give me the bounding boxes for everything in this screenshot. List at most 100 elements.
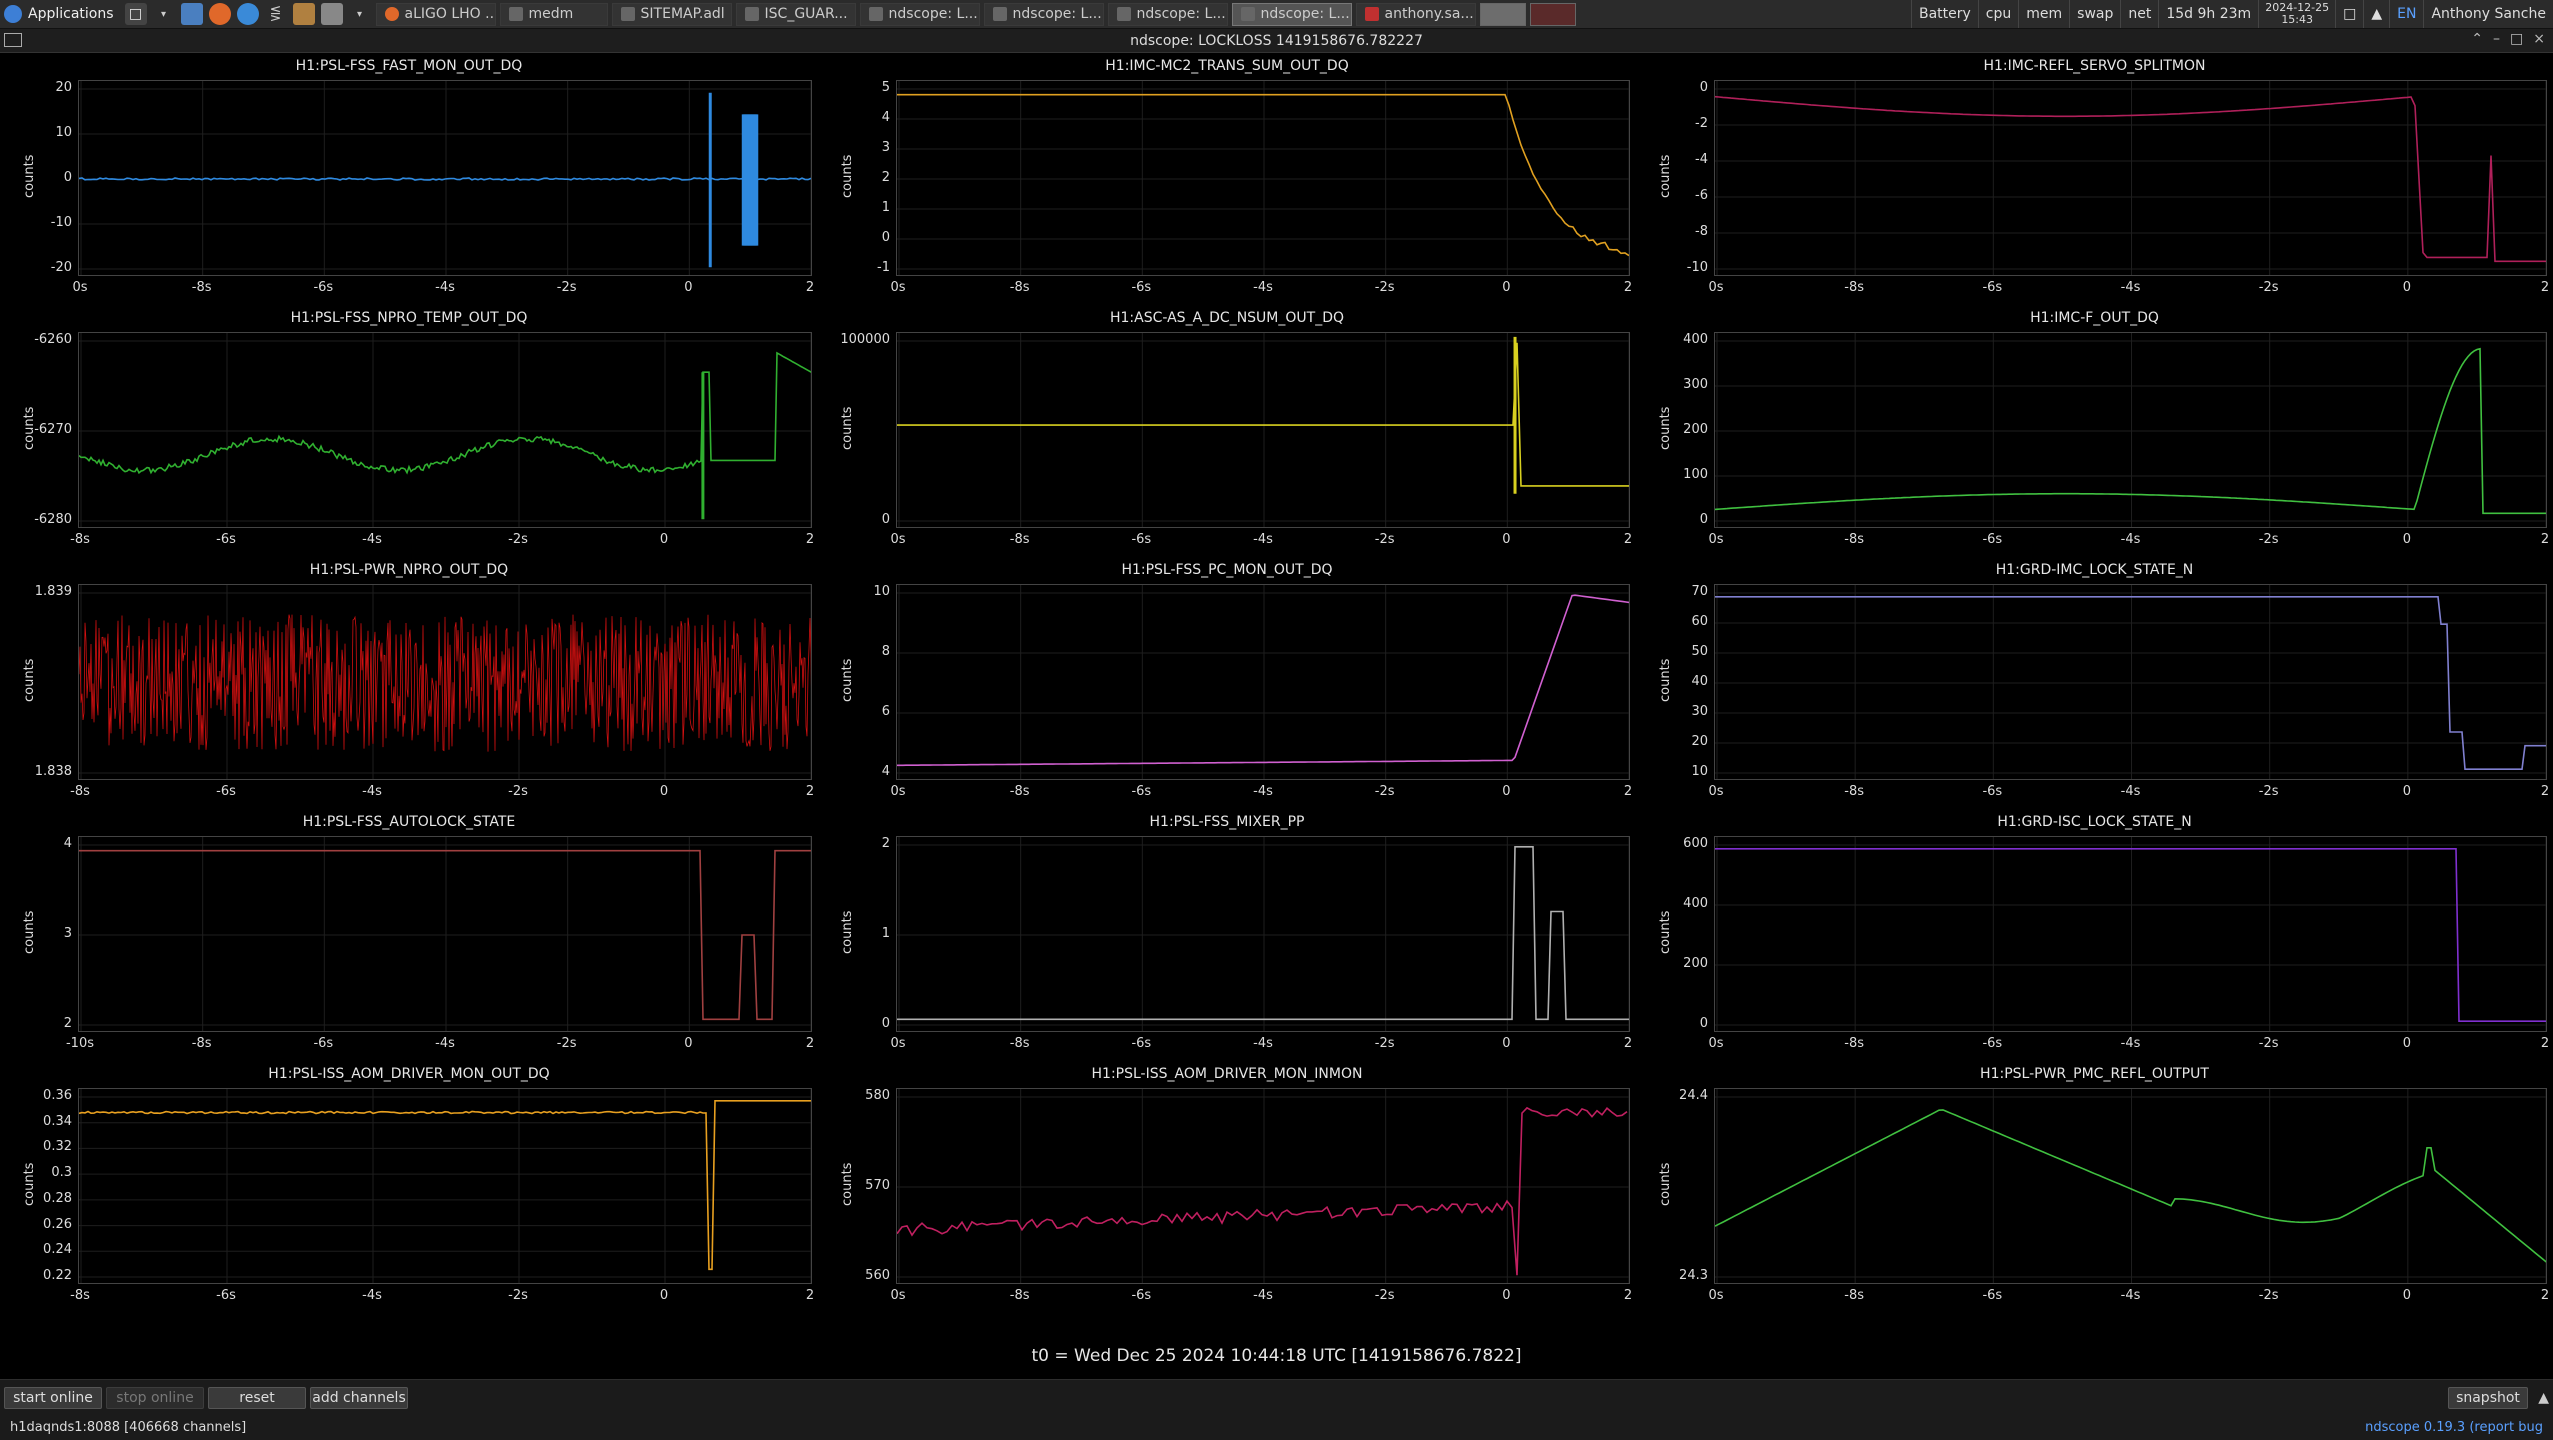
people-launcher-icon[interactable] <box>293 3 315 25</box>
task-button-anthony[interactable]: anthony.sa... <box>1356 3 1476 26</box>
x-tick-label: -8s <box>70 1288 90 1303</box>
plot-area[interactable] <box>1714 332 2547 528</box>
folder-launcher-icon[interactable] <box>181 3 203 25</box>
y-tick-label: 0.3 <box>18 1165 72 1180</box>
plot-panel-10[interactable]: H1:PSL-FSS_MIXER_PP counts 2 1 0 0s -8s -6s -4s -… <box>818 810 1636 1062</box>
applications-logo-icon <box>4 5 22 23</box>
lock-icon[interactable]: □ <box>2335 0 2363 28</box>
plot-panel-13[interactable]: H1:PSL-ISS_AOM_DRIVER_MON_INMON counts 580… <box>818 1062 1636 1314</box>
keyboard-layout[interactable]: EN <box>2389 0 2423 28</box>
plot-area[interactable] <box>78 80 812 276</box>
x-tick-label: 2 <box>806 532 814 547</box>
window-menu-icon[interactable] <box>4 33 22 47</box>
share-launcher-icon[interactable]: ⋚ <box>265 3 287 25</box>
maximize-icon[interactable]: □ <box>2510 31 2523 47</box>
x-tick-label: -8s <box>1010 532 1030 547</box>
user-menu[interactable]: Anthony Sanche <box>2423 0 2553 28</box>
chevron-up-icon[interactable]: ⌃ <box>2471 31 2483 47</box>
stop-online-button[interactable]: stop online <box>106 1387 204 1409</box>
version-link[interactable]: ndscope 0.19.3 (report bug <box>2365 1420 2543 1435</box>
plot-panel-11[interactable]: H1:GRD-ISC_LOCK_STATE_N counts 600 400 200 0 0… <box>1636 810 2553 1062</box>
x-tick-label: 2 <box>1624 280 1632 295</box>
firefox-launcher-icon[interactable] <box>209 3 231 25</box>
plot-panel-9[interactable]: H1:PSL-FSS_AUTOLOCK_STATE counts 4 3 2 -10s -8… <box>0 810 818 1062</box>
plot-area[interactable] <box>78 584 812 780</box>
plot-area[interactable] <box>1714 836 2547 1032</box>
x-tick-label: 0s <box>1708 1036 1723 1051</box>
task-button-sitemap[interactable]: SITEMAP.adl <box>612 3 732 26</box>
task-button-aligo[interactable]: aLIGO LHO ... <box>376 3 496 26</box>
plot-area[interactable] <box>78 1088 812 1284</box>
clock[interactable]: 2024-12-25 15:43 <box>2258 0 2335 28</box>
y-tick-label: 3 <box>18 926 72 941</box>
plot-area[interactable] <box>1714 1088 2547 1284</box>
plot-area[interactable] <box>1714 80 2547 276</box>
chevron-up-icon-2[interactable]: ▲ <box>2538 1390 2549 1406</box>
task-button-ndscope-4[interactable]: ndscope: L... <box>1232 3 1352 26</box>
close-icon[interactable]: × <box>2533 31 2545 47</box>
x-tick-label: -6s <box>1982 1036 2002 1051</box>
task-button-isc-guardian[interactable]: ISC_GUAR... <box>736 3 856 26</box>
net-indicator[interactable]: net <box>2120 0 2158 28</box>
dropdown-arrow-icon-2[interactable]: ▾ <box>349 3 371 25</box>
plot-panel-8[interactable]: H1:GRD-IMC_LOCK_STATE_N counts 70 60 50 40 30 2… <box>1636 558 2553 810</box>
y-tick-label: 0 <box>18 170 72 185</box>
y-tick-label: 8 <box>836 644 890 659</box>
plot-area[interactable] <box>896 1088 1630 1284</box>
workspace-1[interactable] <box>1480 3 1526 26</box>
mem-indicator[interactable]: mem <box>2018 0 2069 28</box>
plot-area[interactable] <box>896 584 1630 780</box>
minimize-icon[interactable]: – <box>2493 31 2500 47</box>
x-tick-label: 0s <box>1708 1288 1723 1303</box>
plot-area[interactable] <box>78 332 812 528</box>
x-tick-label: -4s <box>1253 1036 1273 1051</box>
plot-panel-0[interactable]: H1:PSL-FSS_FAST_MON_OUT_DQ counts 20 10 0 -10… <box>0 54 818 306</box>
applications-menu[interactable]: Applications <box>0 0 122 28</box>
plot-area[interactable] <box>896 80 1630 276</box>
plot-panel-1[interactable]: H1:IMC-MC2_TRANS_SUM_OUT_DQ counts 5 4 3 2 1 0-… <box>818 54 1636 306</box>
x-tick-label: -6s <box>216 532 236 547</box>
app-icon <box>1365 7 1379 21</box>
dropdown-arrow-icon[interactable]: ▾ <box>153 3 175 25</box>
y-tick-label: 600 <box>1654 836 1708 851</box>
task-button-medm[interactable]: medm <box>500 3 608 26</box>
start-online-button[interactable]: start online <box>4 1387 102 1409</box>
plot-panel-4[interactable]: H1:ASC-AS_A_DC_NSUM_OUT_DQ counts 100000 0 0… <box>818 306 1636 558</box>
plot-area[interactable] <box>896 332 1630 528</box>
window-titlebar: ndscope: LOCKLOSS 1419158676.782227 ⌃ – … <box>0 29 2553 53</box>
plot-panel-7[interactable]: H1:PSL-FSS_PC_MON_OUT_DQ counts 10 8 6 4 0s -8s… <box>818 558 1636 810</box>
y-tick-label: 0.32 <box>18 1139 72 1154</box>
swap-indicator[interactable]: swap <box>2069 0 2120 28</box>
y-tick-label: 20 <box>1654 734 1708 749</box>
task-button-ndscope-3[interactable]: ndscope: L... <box>1108 3 1228 26</box>
x-tick-label: -6s <box>1131 280 1151 295</box>
chromium-launcher-icon[interactable] <box>237 3 259 25</box>
task-button-ndscope-2[interactable]: ndscope: L... <box>984 3 1104 26</box>
snapshot-button[interactable]: snapshot <box>2448 1387 2528 1409</box>
task-button-ndscope-1[interactable]: ndscope: L... <box>860 3 980 26</box>
x-tick-label: -6s <box>1131 532 1151 547</box>
plot-svg <box>1715 837 2546 1031</box>
workspace-2[interactable] <box>1530 3 1576 26</box>
terminal-launcher-icon[interactable]: □ <box>125 3 147 25</box>
x-tick-label: -8s <box>1010 784 1030 799</box>
cpu-indicator[interactable]: cpu <box>1978 0 2018 28</box>
trace-line <box>79 178 811 180</box>
plot-area[interactable] <box>78 836 812 1032</box>
x-tick-label: 2 <box>2541 280 2549 295</box>
reset-button[interactable]: reset <box>208 1387 306 1409</box>
add-channels-button[interactable]: add channels <box>310 1387 408 1409</box>
plot-panel-12[interactable]: H1:PSL-ISS_AOM_DRIVER_MON_OUT_DQ counts 0.… <box>0 1062 818 1314</box>
plot-panel-6[interactable]: H1:PSL-PWR_NPRO_OUT_DQ counts 1.839 1.838 -8… <box>0 558 818 810</box>
plot-area[interactable] <box>1714 584 2547 780</box>
plot-panel-5[interactable]: H1:IMC-F_OUT_DQ counts 400 300 200 100 0 0s -8s -… <box>1636 306 2553 558</box>
network-icon[interactable]: ▲ <box>2363 0 2389 28</box>
plot-area[interactable] <box>896 836 1630 1032</box>
y-tick-label: 300 <box>1654 377 1708 392</box>
battery-indicator[interactable]: Battery <box>1911 0 1978 28</box>
plot-panel-14[interactable]: H1:PSL-PWR_PMC_REFL_OUTPUT counts 24.4 24.3… <box>1636 1062 2553 1314</box>
plot-panel-3[interactable]: H1:PSL-FSS_NPRO_TEMP_OUT_DQ counts -6260 -6… <box>0 306 818 558</box>
plot-panel-2[interactable]: H1:IMC-REFL_SERVO_SPLITMON counts 0 -2 -4 -6-… <box>1636 54 2553 306</box>
editor-launcher-icon[interactable] <box>321 3 343 25</box>
y-tick-label: 100 <box>1654 467 1708 482</box>
